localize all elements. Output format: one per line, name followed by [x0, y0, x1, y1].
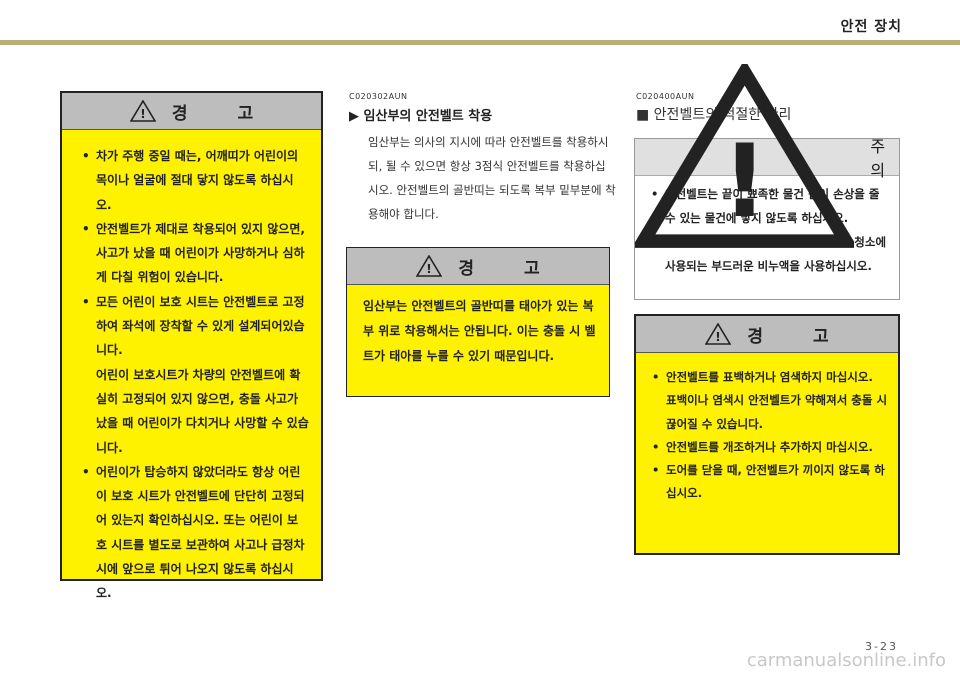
list-item-text: 차가 주행 중일 때는, 어깨띠가 어린이의 목이나 얼굴에 절대 닿지 않도록… — [96, 149, 299, 212]
caution-header: ! 주 의 — [635, 64, 899, 249]
warning-heading: 경 고 — [747, 326, 851, 347]
warning-text: 임산부는 안전벨트의 골반띠를 태아가 있는 복부 위로 착용해서는 안됩니다.… — [363, 299, 596, 363]
list-item: 도어를 닫을 때, 안전벨트가 끼이지 않도록 하십시오. — [652, 459, 888, 506]
list-item-extra: 표백이나 염색시 안전벨트가 약해져서 충돌 시 끊어질 수 있습니다. — [666, 393, 888, 431]
list-item: 모든 어린이 보호 시트는 안전벨트로 고정하여 좌석에 장착할 수 있게 설계… — [82, 290, 309, 460]
list-item-text: 안전벨트가 제대로 착용되어 있지 않으면, 사고가 났을 때 어린이가 사망하… — [96, 221, 305, 285]
list-item: 안전벨트를 개조하거나 추가하지 마십시오. — [652, 436, 888, 460]
section-heading: ▶ 임산부의 안전벨트 착용 — [349, 109, 493, 124]
warning-header: ! 경 고 — [636, 316, 898, 353]
belt-care-caution-box: ! 주 의 안전벨트는 끝이 뾰족한 물건 같이 손상을 줄 수 있는 물건에 … — [634, 64, 900, 300]
pregnancy-warning-box: ! 경 고 임산부는 안전벨트의 골반띠를 태아가 있는 복부 위로 착용해서는… — [346, 247, 610, 397]
list-item-text: 안전벨트를 표백하거나 염색하지 마십시오. — [666, 370, 873, 384]
child-seat-warning-box: ! 경 고 차가 주행 중일 때는, 어깨띠가 어린이의 목이나 얼굴에 절대 … — [60, 91, 323, 600]
watermark: carmanualsonline.info — [746, 650, 946, 671]
caution-heading: 주 의 — [870, 137, 886, 180]
svg-text:!: ! — [716, 330, 721, 344]
caution-list: 안전벨트는 끝이 뾰족한 물건 같이 손상을 줄 수 있는 물건에 닿지 않도록… — [635, 176, 899, 278]
body-paragraph: 임산부는 의사의 지시에 따라 안전벨트를 착용하시되, 될 수 있으면 항상 … — [368, 135, 616, 221]
list-item: 안전벨트를 청소할 때는 내장재나 카펫 청소에 사용되는 부드러운 비누액을 … — [651, 230, 889, 278]
list-item: 차가 주행 중일 때는, 어깨띠가 어린이의 목이나 얼굴에 절대 닿지 않도록… — [82, 144, 309, 217]
warning-heading: 경 고 — [171, 103, 276, 124]
section-title: 안전 장치 — [840, 19, 902, 35]
svg-text:!: ! — [140, 107, 145, 121]
warning-list: 차가 주행 중일 때는, 어깨띠가 어린이의 목이나 얼굴에 절대 닿지 않도록… — [62, 130, 321, 606]
list-item-text: 도어를 닫을 때, 안전벨트가 끼이지 않도록 하십시오. — [666, 463, 885, 501]
list-item-extra: 어린이 보호시트가 차량의 안전벨트에 확실히 고정되어 있지 않으면, 충돌 … — [96, 367, 309, 455]
list-item-text: 안전벨트를 청소할 때는 내장재나 카펫 청소에 사용되는 부드러운 비누액을 … — [665, 235, 887, 273]
warning-list: 안전벨트를 표백하거나 염색하지 마십시오. 표백이나 염색시 안전벨트가 약해… — [636, 353, 898, 506]
page-header: 안전 장치 — [0, 0, 960, 40]
list-item-text: 안전벨트는 끝이 뾰족한 물건 같이 손상을 줄 수 있는 물건에 닿지 않도록… — [665, 187, 880, 225]
warning-heading: 경 고 — [458, 258, 562, 279]
list-item: 안전벨트를 표백하거나 염색하지 마십시오. 표백이나 염색시 안전벨트가 약해… — [652, 366, 888, 436]
list-item-text: 모든 어린이 보호 시트는 안전벨트로 고정하여 좌석에 장착할 수 있게 설계… — [96, 294, 305, 358]
svg-text:!: ! — [427, 262, 432, 276]
warning-header: ! 경 고 — [347, 248, 609, 285]
warning-header: ! 경 고 — [62, 93, 321, 130]
list-item: 어린이가 탑승하지 않았더라도 항상 어린이 보호 시트가 안전벨트에 단단히 … — [82, 460, 309, 606]
warning-triangle-icon: ! — [129, 100, 156, 122]
warning-triangle-icon: ! — [416, 255, 443, 277]
list-item-text: 어린이가 탑승하지 않았더라도 항상 어린이 보호 시트가 안전벨트에 단단히 … — [96, 464, 305, 601]
header-rule — [0, 40, 960, 45]
list-item: 안전벨트가 제대로 착용되어 있지 않으면, 사고가 났을 때 어린이가 사망하… — [82, 217, 309, 290]
warning-triangle-icon: ! — [705, 323, 732, 345]
belt-care-warning-box: ! 경 고 안전벨트를 표백하거나 염색하지 마십시오. 표백이나 염색시 안전… — [634, 314, 900, 555]
list-item-text: 안전벨트를 개조하거나 추가하지 마십시오. — [666, 439, 873, 454]
section-code: C020302AUN — [349, 92, 408, 101]
list-item: 안전벨트는 끝이 뾰족한 물건 같이 손상을 줄 수 있는 물건에 닿지 않도록… — [651, 182, 889, 230]
